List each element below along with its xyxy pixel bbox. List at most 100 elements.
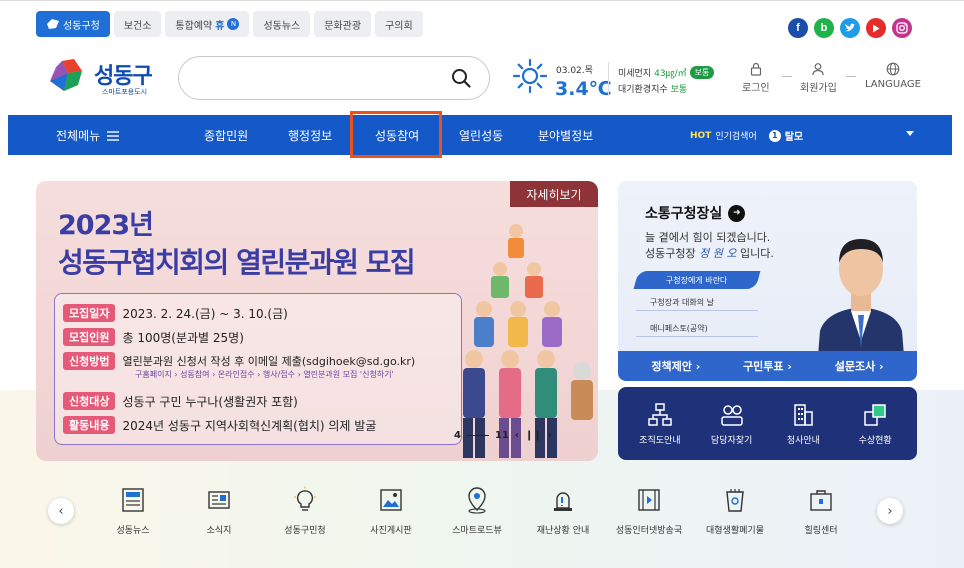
nav-admin[interactable]: 행정정보 (288, 127, 332, 144)
alert-light-icon (554, 492, 572, 511)
dust-label: 미세먼지 (618, 69, 652, 79)
quick-label: 소식지 (206, 526, 232, 536)
arrow-right-icon: ➜ (728, 204, 746, 222)
info-tag: 신청대상 (63, 392, 116, 410)
site-tabs: 성동구청 보건소 통합예약 휴 N 성동뉴스 문화관광 구의회 (36, 11, 423, 37)
tab-badge: 휴 (215, 20, 225, 32)
air-status: 보통 (670, 85, 688, 95)
dept-label: 청사안내 (786, 435, 820, 446)
quick-news[interactable]: 성동뉴스 (88, 486, 178, 536)
dept-label: 수상현황 (858, 435, 892, 446)
all-menu-button[interactable]: 전체메뉴 (56, 127, 120, 144)
pause-icon[interactable]: ❙❙ (525, 430, 542, 441)
info-tag: 활동내용 (63, 416, 116, 434)
n-icon: N (227, 18, 240, 30)
quick-next-button[interactable]: › (877, 498, 903, 524)
org-chart-link[interactable]: 조직도안내 (628, 402, 692, 446)
lightbulb-icon (294, 486, 316, 511)
login-link[interactable]: 로그인 (742, 62, 770, 94)
quick-citizen-hall[interactable]: 성동구민청 (260, 486, 350, 536)
chevron-left-icon: ‹ (58, 503, 64, 519)
divider (782, 76, 792, 77)
facebook-icon[interactable]: f (788, 18, 808, 38)
tab-reservation[interactable]: 통합예약 휴 N (165, 11, 250, 37)
air-index: 대기환경지수 보통 (618, 82, 687, 95)
tab-label: 구의회 (385, 20, 413, 32)
sun-icon (512, 58, 548, 94)
mayor-action-bar: 정책제안 › 구민투표 › 설문조사 › (618, 351, 917, 381)
building-guide-link[interactable]: 청사안내 (771, 402, 835, 446)
info-row: 모집인원 총 100명(분과별 25명) (63, 328, 244, 346)
awards-link[interactable]: 수상현황 (843, 402, 907, 446)
youtube-icon[interactable] (866, 18, 886, 38)
quick-healing[interactable]: 힐링센터 (776, 486, 866, 536)
quick-label: 스마트로드뷰 (452, 526, 502, 536)
chevron-down-icon[interactable] (906, 131, 914, 136)
bird-icon (845, 23, 856, 32)
recycle-bin-icon (726, 489, 744, 512)
resident-vote-link[interactable]: 구민투표 › (743, 358, 792, 374)
globe-icon (886, 62, 900, 76)
prev-arrow-icon[interactable]: ‹ (515, 430, 519, 441)
quick-disaster[interactable]: 재난상황 안내 (518, 486, 608, 536)
weather-temp: 3.4℃ (555, 78, 612, 100)
tab-council[interactable]: 구의회 (375, 11, 423, 37)
location-pin-icon (468, 487, 486, 514)
quick-label: 성동인터넷방송국 (615, 526, 683, 536)
main-banner[interactable]: 2023년 성동구협치회의 열린분과원 모집 자세히보기 모집일자 2023. 2… (36, 181, 598, 461)
info-tag: 모집인원 (63, 328, 116, 346)
tab-news[interactable]: 성동뉴스 (253, 11, 311, 37)
mayor-line2-pre: 성동구청장 (645, 247, 696, 260)
hot-rank: 1 (768, 129, 781, 142)
signup-link[interactable]: 회원가입 (800, 62, 837, 94)
nav-civil[interactable]: 종합민원 (204, 127, 248, 144)
mayor-title-text: 소통구청장실 (645, 206, 723, 222)
logo-mini-icon (47, 19, 59, 29)
quick-broadcast[interactable]: 성동인터넷방송국 (604, 486, 694, 536)
hot-label: HOT (690, 130, 712, 141)
search-input[interactable] (197, 67, 447, 89)
more-button[interactable]: 자세히보기 (510, 181, 598, 207)
mayor-title[interactable]: 소통구청장실 ➜ (645, 203, 746, 223)
nav-open[interactable]: 열린성동 (459, 127, 503, 144)
dust-value: 43㎍/㎥ (654, 69, 687, 79)
language-label: LANGUAGE (865, 79, 921, 90)
ask-mayor-label: 구청장에게 바란다 (666, 275, 728, 285)
dialogue-day-link[interactable]: 구청장과 대화의 날 (636, 295, 758, 311)
dust-status-badge: 보통 (689, 66, 715, 79)
info-text: 성동구 구민 누구나(생활권자 포함) (122, 394, 298, 409)
language-link[interactable]: LANGUAGE (865, 62, 921, 90)
instagram-icon[interactable] (892, 18, 912, 38)
survey-link[interactable]: 설문조사 › (835, 358, 884, 374)
ask-mayor-button[interactable]: 구청장에게 바란다 (633, 271, 761, 289)
building-icon (794, 403, 814, 426)
nav-fields[interactable]: 분야별정보 (538, 127, 593, 144)
quick-roadview[interactable]: 스마트로드뷰 (432, 486, 522, 536)
next-arrow-icon[interactable]: › (548, 430, 552, 441)
quick-label: 재난상황 안내 (536, 526, 590, 536)
search-icon[interactable] (451, 68, 471, 88)
tab-health[interactable]: 보건소 (113, 11, 162, 37)
info-row: 신청대상 성동구 구민 누구나(생활권자 포함) (63, 392, 298, 410)
info-row: 신청방법 열린분과원 신청서 작성 후 이메일 제출(sdgihoek@sd.go… (63, 352, 415, 370)
tab-label: 보건소 (123, 20, 152, 32)
manifesto-link[interactable]: 매니페스토(공약) (636, 321, 758, 337)
newspaper-icon (122, 488, 144, 512)
login-label: 로그인 (742, 83, 770, 94)
tab-culture[interactable]: 문화관광 (314, 11, 372, 37)
quick-prev-button[interactable]: ‹ (48, 498, 74, 524)
twitter-icon[interactable] (840, 18, 860, 38)
quick-newsletter[interactable]: 소식지 (174, 486, 264, 536)
tab-seongdong[interactable]: 성동구청 (36, 11, 110, 37)
fine-dust: 미세먼지 43㎍/㎥ 보통 (618, 66, 715, 79)
nav-highlight-box (350, 111, 442, 158)
tab-label: 통합예약 (175, 20, 213, 32)
pager-line (466, 435, 489, 436)
find-staff-link[interactable]: 담당자찾기 (700, 402, 764, 446)
blog-icon[interactable]: b (814, 18, 834, 38)
hot-keywords[interactable]: HOT 인기검색어 1 탈모 (690, 128, 803, 143)
policy-proposal-link[interactable]: 정책제안 › (651, 358, 700, 374)
quick-photo-board[interactable]: 사진게시판 (346, 486, 436, 536)
quick-label: 사진게시판 (370, 526, 412, 536)
quick-waste[interactable]: 대형생활폐기물 (690, 486, 780, 536)
